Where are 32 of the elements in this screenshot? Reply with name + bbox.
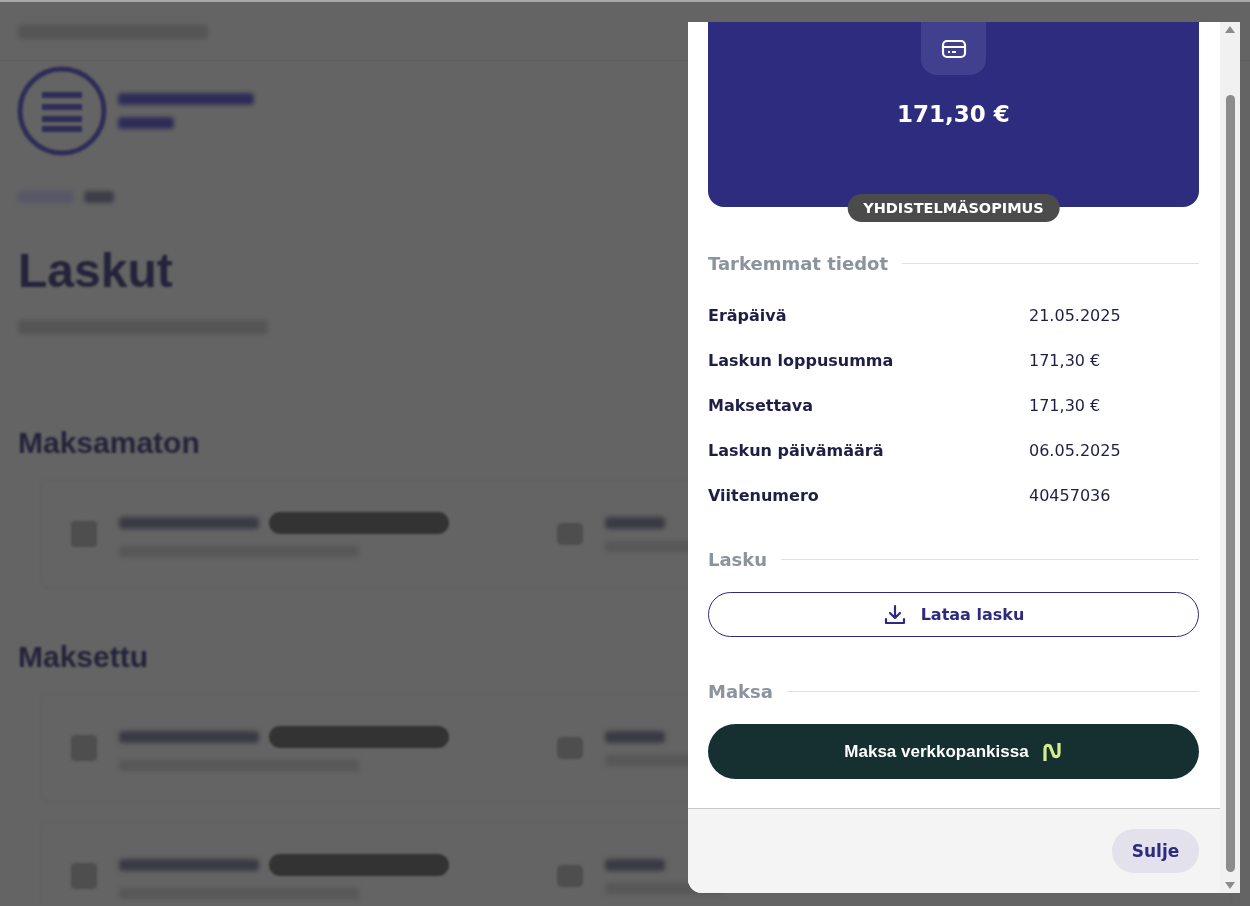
blurred-text xyxy=(605,516,665,529)
page-title: Laskut xyxy=(18,243,173,298)
section-title: Lasku xyxy=(708,549,768,570)
section-title: Tarkemmat tiedot xyxy=(708,253,889,274)
detail-value: 21.05.2025 xyxy=(1029,306,1122,325)
download-invoice-button[interactable]: Lataa lasku xyxy=(708,592,1199,637)
pay-online-button[interactable]: Maksa verkkopankissa xyxy=(708,724,1199,779)
detail-label: Viitenumero xyxy=(708,486,820,505)
detail-label: Eräpäivä xyxy=(708,306,788,325)
contract-badge: YHDISTELMÄSOPIMUS xyxy=(847,194,1060,222)
close-button[interactable]: Sulje xyxy=(1112,829,1199,873)
download-icon xyxy=(882,602,907,627)
blurred-text xyxy=(118,117,174,129)
scroll-up-icon[interactable] xyxy=(1225,26,1235,33)
detail-label: Laskun päivämäärä xyxy=(708,441,885,460)
credit-card-icon xyxy=(940,37,967,60)
blurred-text xyxy=(605,730,665,743)
section-heading: Maksettu xyxy=(18,640,149,674)
section-title: Maksa xyxy=(708,681,773,702)
section-heading: Maksamaton xyxy=(18,426,200,460)
scrollbar[interactable] xyxy=(1220,22,1240,893)
detail-value: 06.05.2025 xyxy=(1029,441,1122,460)
bank-logo-icon xyxy=(1040,740,1063,763)
detail-value: 171,30 € xyxy=(1029,396,1102,415)
detail-value: 171,30 € xyxy=(1029,351,1102,370)
blurred-text xyxy=(84,191,114,203)
detail-label: Laskun loppusumma xyxy=(708,351,895,370)
scroll-down-icon[interactable] xyxy=(1225,882,1235,889)
amount-text: 171,30 € xyxy=(897,101,1010,127)
detail-label: Maksettava xyxy=(708,396,815,415)
detail-value: 40457036 xyxy=(1029,486,1112,505)
blurred-text xyxy=(605,858,665,871)
